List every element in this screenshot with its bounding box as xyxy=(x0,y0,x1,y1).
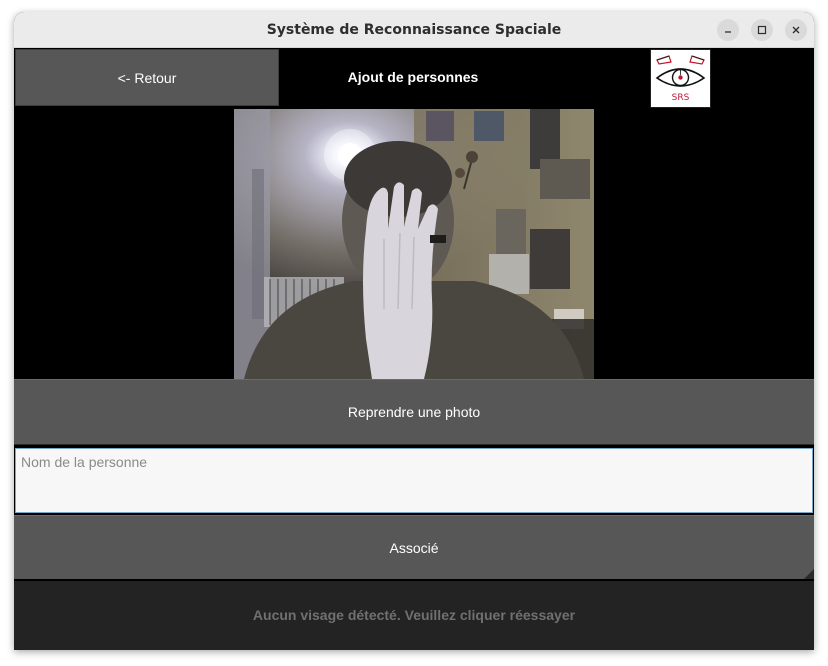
title-bar: Système de Reconnaissance Spaciale xyxy=(14,12,814,48)
app-content: <- Retour Ajout de personnes SRS Reprend… xyxy=(14,48,814,650)
page-title: Ajout de personnes xyxy=(347,69,479,85)
close-button[interactable] xyxy=(785,19,807,41)
minimize-button[interactable] xyxy=(717,19,739,41)
status-message: Aucun visage détecté. Veuillez cliquer r… xyxy=(14,581,814,650)
logo-text: SRS xyxy=(672,93,690,103)
associate-label: Associé xyxy=(389,540,439,556)
resize-corner xyxy=(804,569,814,579)
eye-logo: SRS xyxy=(650,49,711,108)
maximize-button[interactable] xyxy=(751,19,773,41)
back-button[interactable]: <- Retour xyxy=(15,49,279,106)
close-icon xyxy=(792,26,800,34)
app-window: Système de Reconnaissance Spaciale <- Re… xyxy=(14,12,814,650)
person-name-input[interactable] xyxy=(15,448,813,513)
camera-preview xyxy=(234,109,594,379)
minimize-icon xyxy=(725,31,731,33)
retake-photo-button[interactable]: Reprendre une photo xyxy=(14,379,814,445)
associate-button[interactable]: Associé xyxy=(14,515,814,579)
window-title: Système de Reconnaissance Spaciale xyxy=(266,22,562,38)
maximize-icon xyxy=(757,25,767,35)
